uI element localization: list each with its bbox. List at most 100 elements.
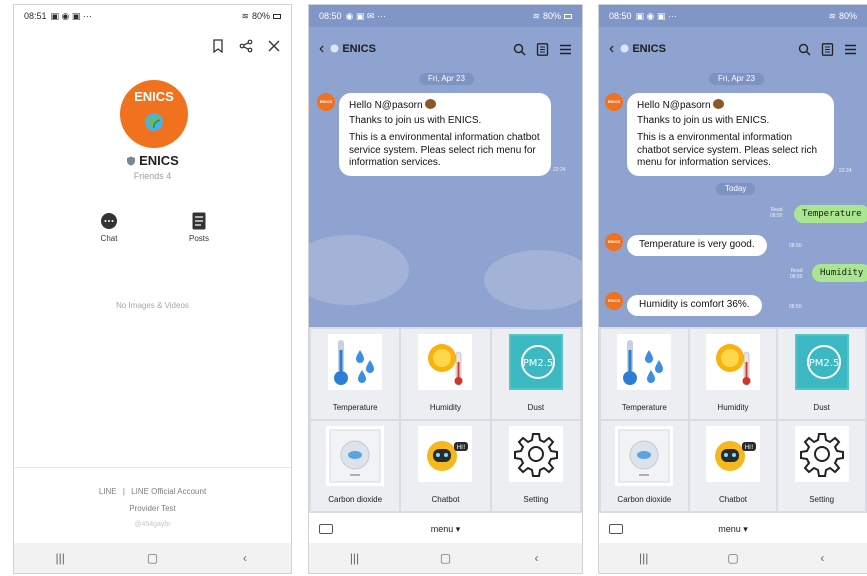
back-arrow-icon[interactable]: ‹ [319,40,324,58]
menu-label: Dust [527,403,545,412]
chatbot-badge: HI! [745,444,754,451]
menu-item-chatbot[interactable]: HI! Chatbot [689,421,777,511]
notes-icon[interactable] [821,42,834,56]
status-time: 08:50 [319,11,342,21]
pm25-badge: PM2.5 [523,358,554,369]
menu-item-temperature[interactable]: Temperature [601,329,688,419]
chatbot-badge: HI! [457,444,466,451]
menu-item-dust[interactable]: PM2.5 Dust [778,329,865,419]
back-icon[interactable]: ‹ [225,551,265,565]
logo-text: ENICS [134,89,174,104]
posts-label: Posts [188,234,209,243]
chat-label: Chat [100,234,118,243]
welcome-thanks: Thanks to join us with ENICS. [637,114,770,126]
menu-label: Setting [523,495,549,504]
menu-item-setting[interactable]: Setting [778,421,865,511]
share-icon[interactable] [239,39,253,53]
menu-item-humidity[interactable]: Humidity [689,329,777,419]
system-nav-bar: ||| ▢ ‹ [309,543,582,573]
message-time: 08:50 [789,304,802,310]
recent-apps-icon[interactable]: ||| [624,551,664,565]
rich-menu: Temperature Humidity PM2.5 Dust Carbon d… [309,327,582,513]
footer-account-type[interactable]: LINE Official Account [131,487,206,496]
close-icon[interactable] [267,39,281,53]
footer-provider[interactable]: Provider Test [14,504,291,513]
battery-icon [273,13,281,19]
message-time: 08:50 [770,213,783,219]
search-icon[interactable] [513,43,526,56]
menu-item-carbon-dioxide[interactable]: Carbon dioxide [601,421,688,511]
menu-toggle[interactable]: menu ▾ [309,524,582,535]
co2-sensor-icon [329,429,381,483]
bookmark-icon[interactable] [211,39,225,53]
welcome-thanks: Thanks to join us with ENICS. [349,114,482,126]
battery-level: 80% [838,11,857,21]
profile-name: ENICS [139,153,179,168]
recent-apps-icon[interactable]: ||| [335,551,375,565]
menu-label: Humidity [717,403,749,412]
rich-menu: Temperature Humidity PM2.5 Dust Carbon d… [599,327,867,513]
background-cloud [309,235,409,305]
official-badge-icon [620,44,629,53]
sent-message-bubble: Humidity [812,264,867,282]
thermometer-icon [623,340,664,385]
shield-icon [127,156,136,166]
bot-avatar[interactable]: ENICS [605,233,623,251]
menu-bar: menu ▾ [309,513,582,545]
menu-item-temperature[interactable]: Temperature [311,329,400,419]
bot-avatar[interactable]: ENICS [605,93,623,111]
message-time: 08:50 [790,274,803,280]
home-icon[interactable]: ▢ [426,551,466,565]
bot-avatar[interactable]: ENICS [605,292,623,310]
menu-label: Temperature [332,403,378,412]
menu-item-humidity[interactable]: Humidity [401,329,490,419]
gear-icon [799,433,844,477]
menu-item-setting[interactable]: Setting [491,421,580,511]
message-time: 22:24 [553,167,566,173]
earth-icon [145,113,163,131]
notification-icons: ◉ ▣ ✉ ··· [345,10,386,21]
chat-button[interactable]: Chat [84,212,134,243]
menu-label: Chatbot [718,495,747,504]
official-badge-icon [330,44,339,53]
recent-apps-icon[interactable]: ||| [40,551,80,565]
notes-icon[interactable] [536,42,549,56]
menu-item-carbon-dioxide[interactable]: Carbon dioxide [311,421,400,511]
date-separator: Fri, Apr 23 [419,73,474,85]
menu-toggle[interactable]: menu ▾ [599,524,867,535]
back-icon[interactable]: ‹ [517,551,557,565]
menu-label: Humidity [429,403,462,412]
pm25-icon: PM2.5 [510,336,561,388]
menu-label: Dust [813,403,830,412]
home-icon[interactable]: ▢ [132,551,172,565]
posts-button[interactable]: Posts [174,212,224,243]
system-nav-bar: ||| ▢ ‹ [599,543,867,573]
search-icon[interactable] [798,43,811,56]
menu-label: Carbon dioxide [328,495,383,504]
bot-avatar[interactable]: ENICS [317,93,335,111]
background-cloud [484,250,582,310]
back-icon[interactable]: ‹ [802,551,842,565]
bot-message-bubble: Humidity is comfort 36%. [627,295,762,316]
hamburger-menu-icon[interactable] [559,43,572,56]
chat-header: ‹ ENICS [309,27,582,71]
menu-item-dust[interactable]: PM2.5 Dust [491,329,580,419]
home-icon[interactable]: ▢ [713,551,753,565]
welcome-description: This is a environmental information chat… [637,132,818,168]
bear-emoji-icon [712,99,724,109]
chat-bubble-icon [101,213,117,229]
date-separator: Fri, Apr 23 [709,73,764,85]
wifi-icon: ≋ [532,10,540,21]
wifi-icon: ≋ [828,10,836,21]
chat-title: ENICS [342,43,376,55]
menu-item-chatbot[interactable]: HI! Chatbot [401,421,490,511]
menu-label: Setting [809,495,835,504]
back-arrow-icon[interactable]: ‹ [609,40,614,58]
footer-brand: LINE [98,487,117,496]
sun-thermometer-icon [715,344,751,385]
hamburger-menu-icon[interactable] [844,43,857,56]
robot-icon: HI! [427,441,469,471]
profile-screen: 08:51 ▣ ◉ ▣ ··· ≋ 80% ENICS ENICS Friends … [13,4,292,574]
chat-title: ENICS [632,43,666,55]
chat-screen-conversation: 08:50 ▣ ◉ ▣ ··· ≋ 80% ‹ ENICS Fri, Apr 23 … [598,4,867,574]
